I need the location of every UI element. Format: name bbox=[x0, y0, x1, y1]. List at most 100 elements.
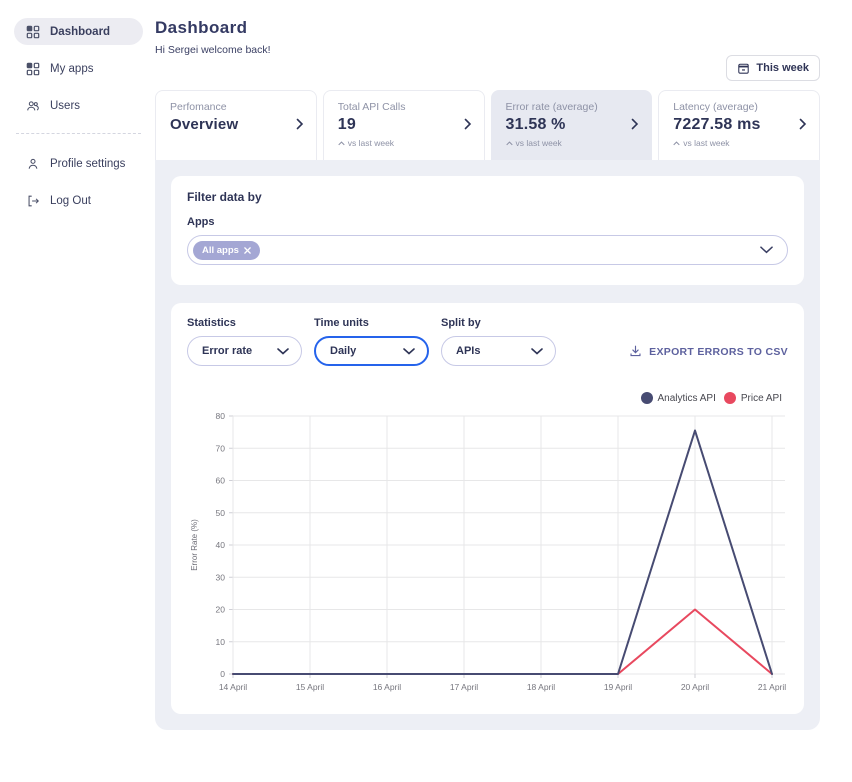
chart-controls-row: Statistics Error rate Time units Daily bbox=[187, 317, 788, 366]
legend-label: Analytics API bbox=[658, 393, 716, 404]
chevron-right-icon bbox=[464, 117, 472, 135]
chevron-up-icon bbox=[338, 141, 345, 146]
time-units-value: Daily bbox=[330, 345, 356, 357]
period-selector-label: This week bbox=[756, 62, 809, 74]
chip-label: All apps bbox=[202, 245, 239, 256]
svg-text:Error Rate (%): Error Rate (%) bbox=[190, 519, 199, 571]
sidebar-item-label: Dashboard bbox=[50, 26, 110, 38]
chevron-right-icon bbox=[799, 117, 807, 135]
sidebar-divider bbox=[16, 133, 141, 134]
stat-value: 31.58 % bbox=[506, 116, 638, 134]
stat-label: Total API Calls bbox=[338, 101, 470, 113]
export-csv-label: EXPORT ERRORS TO CSV bbox=[649, 346, 788, 358]
tab-total-api-calls[interactable]: Total API Calls 19 vs last week bbox=[323, 90, 485, 160]
svg-text:60: 60 bbox=[216, 476, 226, 486]
stat-label: Perfomance bbox=[170, 101, 302, 113]
sidebar-item-my-apps[interactable]: My apps bbox=[14, 55, 143, 82]
svg-text:70: 70 bbox=[216, 443, 226, 453]
tab-performance-overview[interactable]: Perfomance Overview bbox=[155, 90, 317, 160]
time-units-select[interactable]: Daily bbox=[314, 336, 429, 366]
calendar-icon bbox=[737, 62, 750, 75]
sidebar-item-label: Log Out bbox=[50, 195, 91, 207]
x-icon[interactable] bbox=[244, 247, 251, 254]
split-by-select[interactable]: APIs bbox=[441, 336, 556, 366]
chevron-down-icon bbox=[277, 348, 289, 355]
page-title: Dashboard bbox=[155, 18, 820, 38]
chart-card: Statistics Error rate Time units Daily bbox=[171, 303, 804, 714]
all-apps-chip[interactable]: All apps bbox=[193, 241, 260, 260]
filter-title: Filter data by bbox=[187, 190, 788, 204]
legend-item-analytics-api[interactable]: Analytics API bbox=[641, 392, 716, 404]
chevron-down-icon bbox=[403, 348, 415, 355]
svg-text:20 April: 20 April bbox=[681, 682, 709, 692]
app-window: Dashboard My apps Users bbox=[0, 0, 852, 748]
apps-multiselect[interactable]: All apps bbox=[187, 235, 788, 265]
legend-item-price-api[interactable]: Price API bbox=[724, 392, 782, 404]
download-icon bbox=[629, 345, 642, 358]
statistics-label: Statistics bbox=[187, 317, 302, 329]
chevron-up-icon bbox=[506, 141, 513, 146]
chevron-up-icon bbox=[673, 141, 680, 146]
svg-text:20: 20 bbox=[216, 605, 226, 615]
sidebar: Dashboard My apps Users bbox=[0, 0, 155, 748]
greeting-text: Hi Sergei welcome back! bbox=[155, 44, 820, 56]
chevron-right-icon bbox=[631, 117, 639, 135]
split-by-value: APIs bbox=[456, 345, 480, 357]
error-chart: 0 10 20 30 40 50 60 70 80 14 April 15 April 16 Apri… bbox=[187, 406, 788, 700]
sidebar-item-label: Profile settings bbox=[50, 158, 125, 170]
tab-error-rate[interactable]: Error rate (average) 31.58 % vs last wee… bbox=[491, 90, 653, 160]
chevron-right-icon bbox=[296, 117, 304, 135]
split-by-control: Split by APIs bbox=[441, 317, 556, 366]
svg-text:18 April: 18 April bbox=[527, 682, 555, 692]
period-selector-button[interactable]: This week bbox=[726, 55, 820, 81]
chevron-down-icon bbox=[531, 348, 543, 355]
stat-trend: vs last week bbox=[338, 138, 470, 148]
svg-text:30: 30 bbox=[216, 572, 226, 582]
tab-latency[interactable]: Latency (average) 7227.58 ms vs last wee… bbox=[658, 90, 820, 160]
stat-label: Error rate (average) bbox=[506, 101, 638, 113]
legend-dot bbox=[641, 392, 653, 404]
main-content: Dashboard Hi Sergei welcome back! This w… bbox=[155, 0, 820, 748]
sidebar-item-users[interactable]: Users bbox=[14, 92, 143, 119]
sidebar-item-profile-settings[interactable]: Profile settings bbox=[14, 150, 143, 177]
dashboard-panel: Filter data by Apps All apps Statistic bbox=[155, 160, 820, 730]
time-units-control: Time units Daily bbox=[314, 317, 429, 366]
stat-value: 19 bbox=[338, 116, 470, 134]
grid-icon bbox=[26, 62, 40, 76]
statistics-value: Error rate bbox=[202, 345, 252, 357]
svg-text:16 April: 16 April bbox=[373, 682, 401, 692]
svg-text:0: 0 bbox=[220, 669, 225, 679]
export-csv-button[interactable]: EXPORT ERRORS TO CSV bbox=[629, 345, 788, 366]
svg-text:15 April: 15 April bbox=[296, 682, 324, 692]
logout-icon bbox=[26, 194, 40, 208]
chart-area: 0 10 20 30 40 50 60 70 80 14 April 15 April 16 Apri… bbox=[187, 406, 788, 700]
filter-card: Filter data by Apps All apps bbox=[171, 176, 804, 285]
legend-label: Price API bbox=[741, 393, 782, 404]
svg-text:80: 80 bbox=[216, 411, 226, 421]
stat-value: 7227.58 ms bbox=[673, 116, 805, 134]
svg-text:17 April: 17 April bbox=[450, 682, 478, 692]
svg-text:14 April: 14 April bbox=[219, 682, 247, 692]
person-icon bbox=[26, 157, 40, 171]
svg-text:10: 10 bbox=[216, 637, 226, 647]
svg-text:19 April: 19 April bbox=[604, 682, 632, 692]
split-by-label: Split by bbox=[441, 317, 556, 329]
svg-text:40: 40 bbox=[216, 540, 226, 550]
sidebar-item-dashboard[interactable]: Dashboard bbox=[14, 18, 143, 45]
statistics-select[interactable]: Error rate bbox=[187, 336, 302, 366]
grid-icon bbox=[26, 25, 40, 39]
svg-text:21 April: 21 April bbox=[758, 682, 786, 692]
time-units-label: Time units bbox=[314, 317, 429, 329]
sidebar-item-label: Users bbox=[50, 100, 80, 112]
stat-label: Latency (average) bbox=[673, 101, 805, 113]
svg-text:50: 50 bbox=[216, 508, 226, 518]
sidebar-item-label: My apps bbox=[50, 63, 93, 75]
chevron-down-icon[interactable] bbox=[760, 241, 773, 259]
legend-dot bbox=[724, 392, 736, 404]
apps-field-label: Apps bbox=[187, 216, 788, 228]
statistics-control: Statistics Error rate bbox=[187, 317, 302, 366]
users-icon bbox=[26, 99, 40, 113]
stat-tabs-row: Perfomance Overview Total API Calls 19 v… bbox=[155, 90, 820, 160]
sidebar-item-log-out[interactable]: Log Out bbox=[14, 187, 143, 214]
chart-legend: Analytics API Price API bbox=[187, 392, 782, 404]
